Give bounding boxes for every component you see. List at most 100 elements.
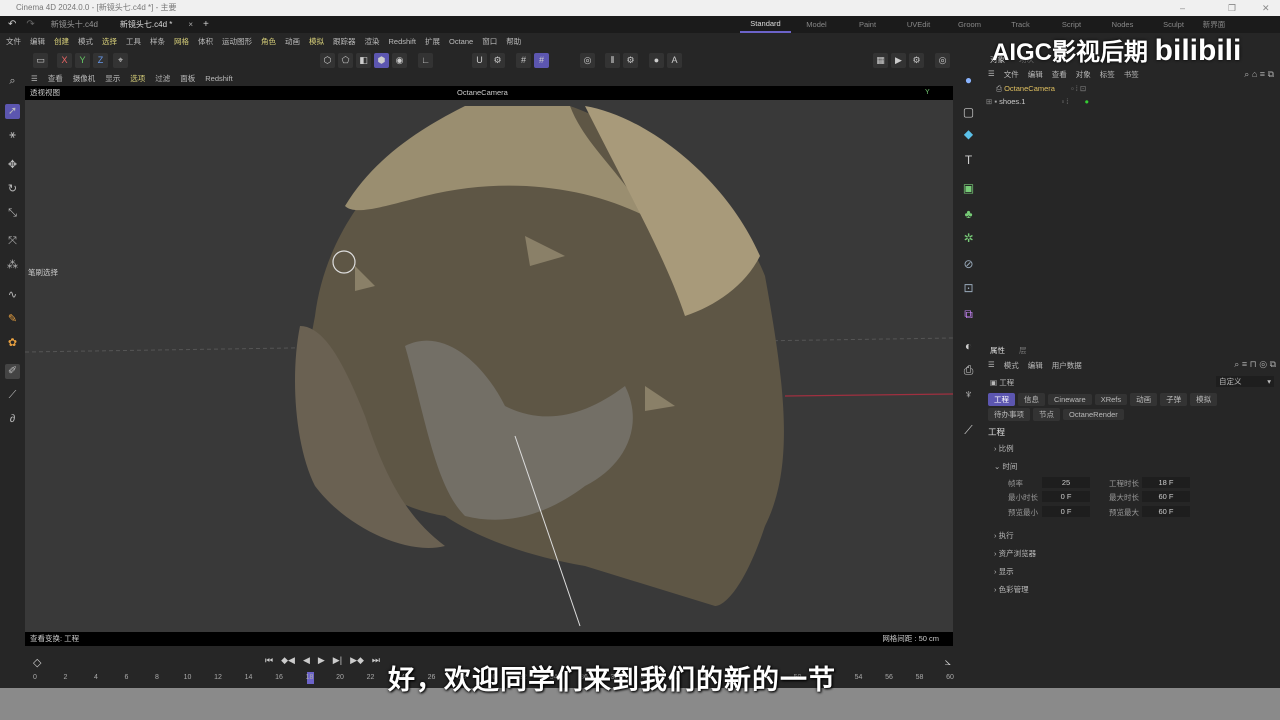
knife-icon[interactable]: ⟋: [5, 388, 20, 403]
attr-tab[interactable]: 子弹: [1160, 393, 1188, 406]
new-window-icon[interactable]: ⧉: [1268, 69, 1274, 79]
om-menu-item[interactable]: 查看: [1052, 69, 1067, 80]
attr-tab[interactable]: 节点: [1033, 408, 1060, 421]
render-settings-icon[interactable]: ⚙: [909, 53, 924, 68]
layout-groom[interactable]: Groom: [944, 17, 995, 32]
spline-pen-icon[interactable]: ∿: [5, 288, 20, 303]
tag-icon[interactable]: ⟋: [960, 422, 977, 439]
viewport-menu-item[interactable]: Redshift: [205, 74, 233, 83]
close-tab-icon[interactable]: ×: [188, 20, 193, 29]
workplane-icon[interactable]: ∟: [418, 53, 433, 68]
viewport-menu-item[interactable]: 面板: [180, 73, 195, 84]
attr-tab[interactable]: 动画: [1130, 393, 1158, 406]
viewport-menu-item[interactable]: 过滤: [155, 73, 170, 84]
rotate-tool-icon[interactable]: ↻: [5, 182, 20, 197]
om-menu-item[interactable]: 文件: [1004, 69, 1019, 80]
search-icon[interactable]: ⌕: [1234, 359, 1239, 369]
new-window-icon[interactable]: ⧉: [1270, 359, 1276, 369]
group-asset-browser[interactable]: › 资产浏览器: [994, 548, 1036, 559]
layout-nodes[interactable]: Nodes: [1097, 17, 1148, 32]
menu-item[interactable]: Redshift: [389, 37, 417, 46]
environment-icon[interactable]: ◐: [960, 338, 977, 355]
menu-item[interactable]: 样条: [150, 36, 165, 47]
filter-icon[interactable]: ≡: [1242, 359, 1247, 369]
paint-icon[interactable]: ✿: [5, 336, 20, 351]
menu-item[interactable]: 角色: [261, 36, 276, 47]
model-mode-icon[interactable]: ⬢: [374, 53, 389, 68]
auto-icon[interactable]: A: [667, 53, 682, 68]
menu-item[interactable]: Octane: [449, 37, 473, 46]
axis-x-button[interactable]: X: [57, 53, 72, 68]
transform-tool-icon[interactable]: ⤧: [5, 234, 20, 249]
object-name[interactable]: shoes.1: [999, 97, 1025, 106]
octane-live-icon[interactable]: ◎: [935, 53, 950, 68]
attr-tab[interactable]: 工程: [988, 393, 1015, 406]
coordinate-system-icon[interactable]: ⌖: [113, 53, 128, 68]
hamburger-icon[interactable]: ☰: [31, 74, 38, 83]
attr-tab[interactable]: 待办事项: [988, 408, 1030, 421]
light-icon[interactable]: ♆: [960, 386, 977, 403]
menu-item[interactable]: 模式: [78, 36, 93, 47]
uv-mode-icon[interactable]: ◉: [392, 53, 407, 68]
settings-icon[interactable]: ⚙: [623, 53, 638, 68]
menu-user-data[interactable]: 用户数据: [1052, 360, 1082, 371]
snap-settings-icon[interactable]: ⚙: [490, 53, 505, 68]
doc-tab-2[interactable]: 新镜头七.c4d *: [114, 19, 178, 30]
scale-tool-icon[interactable]: ⤡: [5, 206, 20, 221]
menu-item[interactable]: 创建: [54, 36, 69, 47]
quantize-icon[interactable]: #: [534, 53, 549, 68]
points-mode-icon[interactable]: ⬡: [320, 53, 335, 68]
text-icon[interactable]: T: [960, 152, 977, 169]
visibility-toggle[interactable]: ▫ ⁞ ⊡: [1071, 84, 1086, 93]
menu-item[interactable]: 动画: [285, 36, 300, 47]
expand-icon[interactable]: ⊞: [986, 97, 992, 106]
search-icon[interactable]: ⌕: [5, 74, 20, 89]
menu-edit[interactable]: 编辑: [1028, 360, 1043, 371]
om-menu-item[interactable]: 书签: [1124, 69, 1139, 80]
tab-attributes[interactable]: 属性: [990, 345, 1005, 356]
material-tag-icon[interactable]: ●: [1084, 97, 1089, 106]
attr-tab[interactable]: Cineware: [1048, 394, 1092, 405]
menu-item[interactable]: 运动图形: [222, 36, 252, 47]
redo-icon[interactable]: ↷: [26, 19, 34, 30]
layout-track[interactable]: Track: [995, 17, 1046, 32]
doc-tab-1[interactable]: 新镜头十.c4d: [45, 19, 104, 30]
cube-icon[interactable]: ◆: [960, 126, 977, 143]
viewport-menu-item[interactable]: 选项: [130, 73, 145, 84]
visibility-toggle[interactable]: ▫ ⁞: [1062, 97, 1069, 106]
close-button[interactable]: ✕: [1262, 0, 1270, 16]
layout-script[interactable]: Script: [1046, 17, 1097, 32]
menu-item[interactable]: 渲染: [365, 36, 380, 47]
max-time-field[interactable]: 60 F: [1142, 491, 1190, 502]
magnet-icon[interactable]: ∂: [5, 412, 20, 427]
attr-tab[interactable]: XRefs: [1094, 394, 1128, 405]
null-object-icon[interactable]: ▢: [960, 104, 977, 121]
menu-item[interactable]: 扩展: [425, 36, 440, 47]
axis-z-button[interactable]: Z: [93, 53, 108, 68]
hamburger-icon[interactable]: ☰: [988, 360, 995, 371]
lock-icon[interactable]: ⊓: [1250, 359, 1257, 369]
camera-object-icon[interactable]: ●: [960, 72, 977, 89]
home-icon[interactable]: ⌂: [1252, 69, 1257, 79]
object-row[interactable]: ⊞ ▪ shoes.1 ▫ ⁞ ●: [986, 97, 1089, 106]
hamburger-icon[interactable]: ☰: [988, 69, 995, 80]
target-icon[interactable]: ◎: [580, 53, 595, 68]
menu-item[interactable]: 网格: [174, 36, 189, 47]
undo-icon[interactable]: ↶: [8, 19, 16, 30]
tab-layers[interactable]: 层: [1019, 345, 1027, 356]
menu-item[interactable]: 模拟: [309, 36, 324, 47]
menu-item[interactable]: 工具: [126, 36, 141, 47]
object-name[interactable]: OctaneCamera: [1004, 84, 1055, 93]
layout-paint[interactable]: Paint: [842, 17, 893, 32]
menu-item[interactable]: 窗口: [482, 36, 497, 47]
add-tab-button[interactable]: +: [203, 19, 209, 30]
spline-icon[interactable]: ⊡: [960, 280, 977, 297]
group-time[interactable]: ⌄ 时间: [994, 461, 1017, 472]
symmetry-icon[interactable]: ⫴: [605, 53, 620, 68]
menu-item[interactable]: 跟踪器: [333, 36, 356, 47]
layout-model[interactable]: Model: [791, 17, 842, 32]
om-menu-item[interactable]: 标签: [1100, 69, 1115, 80]
select-tool-icon[interactable]: ➚: [5, 104, 20, 119]
menu-item[interactable]: 文件: [6, 36, 21, 47]
search-icon[interactable]: ⌕: [1244, 69, 1249, 79]
